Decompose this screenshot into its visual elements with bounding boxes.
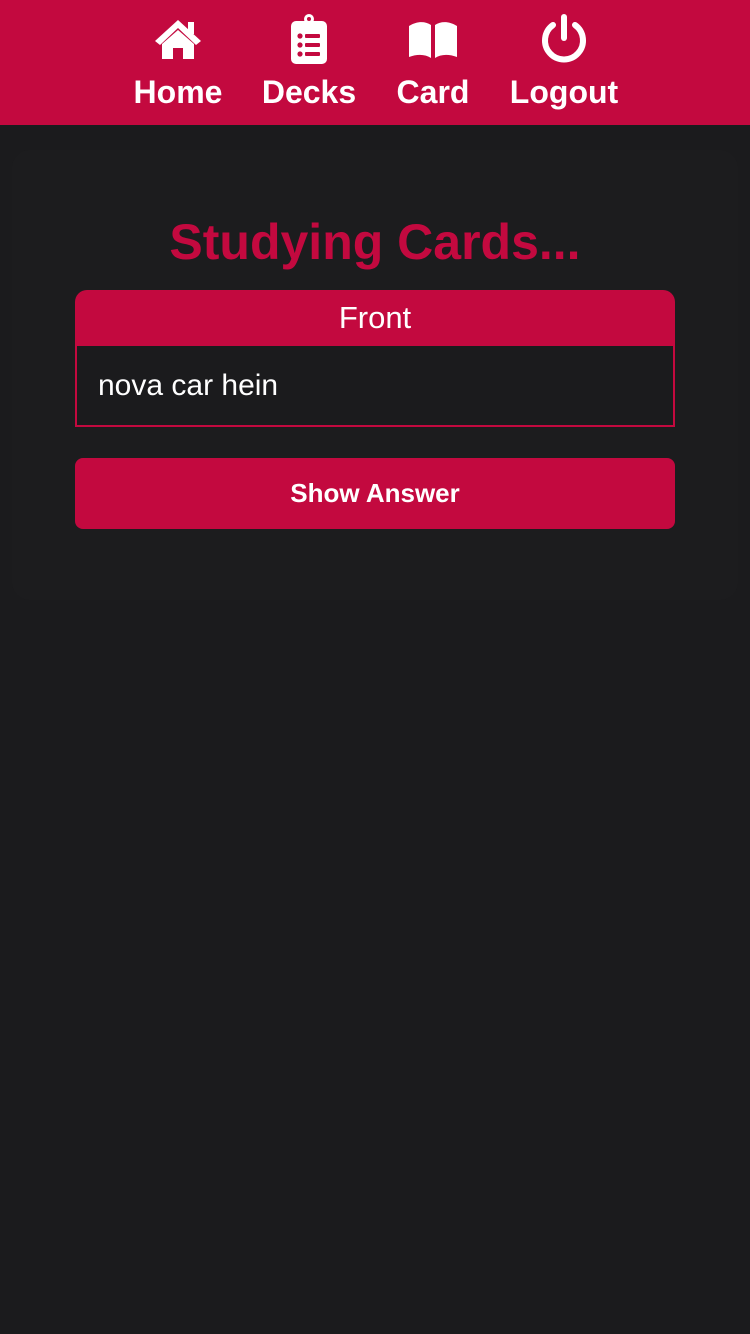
book-open-icon — [407, 14, 459, 66]
home-icon — [152, 14, 204, 66]
nav-item-decks[interactable]: Decks — [261, 14, 357, 110]
show-answer-button[interactable]: Show Answer — [75, 458, 675, 529]
nav-item-card[interactable]: Card — [396, 14, 470, 110]
nav-label-logout: Logout — [509, 74, 619, 110]
card-content: nova car hein — [75, 346, 675, 427]
card-side-header: Front — [75, 290, 675, 346]
top-navbar: Home Decks Card Logout — [0, 0, 750, 125]
nav-label-card: Card — [396, 74, 470, 110]
nav-label-home: Home — [133, 74, 223, 110]
nav-item-home[interactable]: Home — [133, 14, 223, 110]
page-title: Studying Cards... — [169, 214, 581, 270]
nav-item-logout[interactable]: Logout — [508, 14, 620, 110]
clipboard-list-icon — [283, 14, 335, 66]
power-icon — [538, 14, 590, 66]
nav-label-decks: Decks — [261, 74, 357, 110]
